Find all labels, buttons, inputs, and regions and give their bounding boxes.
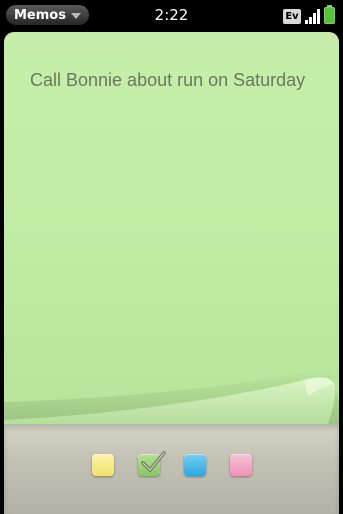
checkmark-icon <box>140 451 166 472</box>
color-picker <box>4 451 339 476</box>
status-icons: Ev <box>283 5 335 24</box>
color-swatch-blue[interactable] <box>183 454 206 476</box>
memos-screen: Memos 2:22 Ev Call Bonnie about run on S… <box>0 0 343 514</box>
ev-network-icon: Ev <box>283 9 301 24</box>
status-bar: Memos 2:22 Ev <box>0 0 343 30</box>
color-swatch-green[interactable] <box>137 451 166 476</box>
signal-strength-icon <box>305 8 320 24</box>
battery-icon <box>324 5 335 24</box>
memo-note[interactable]: Call Bonnie about run on Saturday <box>4 32 339 442</box>
color-swatch-yellow[interactable] <box>91 454 114 476</box>
memo-text[interactable]: Call Bonnie about run on Saturday <box>30 68 310 93</box>
color-swatch-pink[interactable] <box>229 454 252 476</box>
color-tray <box>4 424 339 514</box>
